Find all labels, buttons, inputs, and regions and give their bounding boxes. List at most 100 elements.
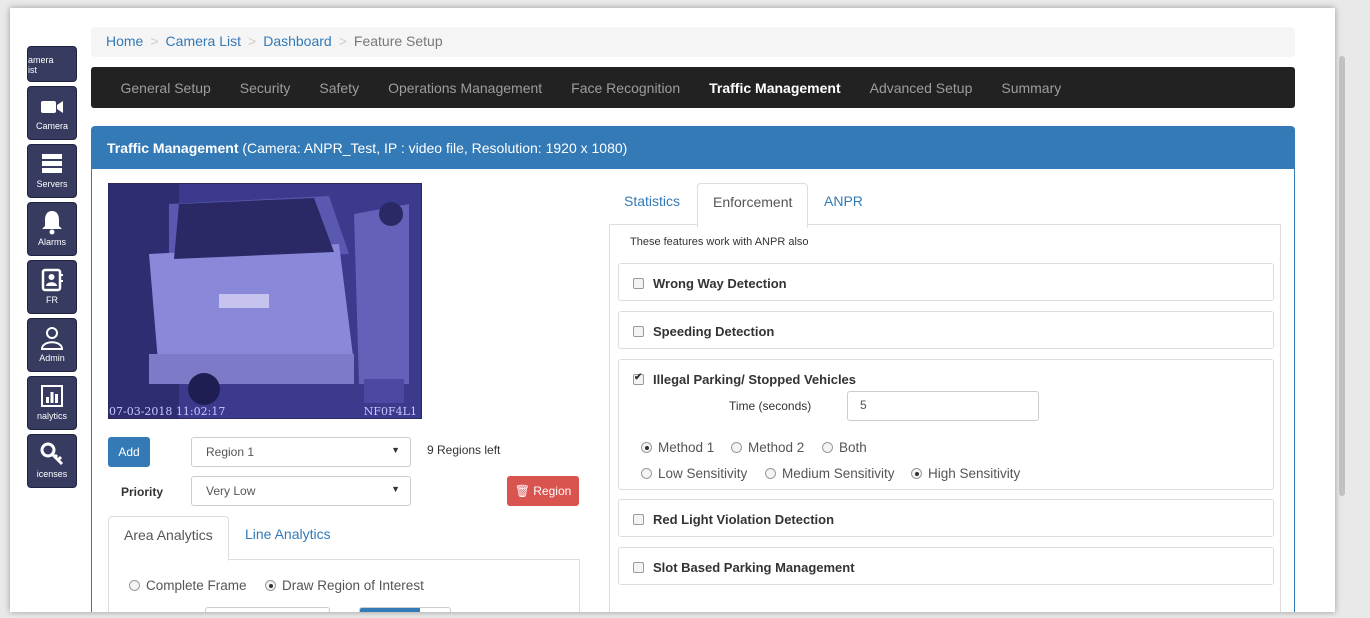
tab-area-analytics[interactable]: Area Analytics <box>108 516 229 561</box>
complete-frame-option[interactable]: Complete Frame <box>129 578 247 593</box>
sidebar-item-fr[interactable]: FR <box>27 260 77 314</box>
panel-title-bold: Traffic Management <box>107 140 239 156</box>
sidebar-item-camera[interactable]: Camera <box>27 86 77 140</box>
sidebar-item-analytics[interactable]: nalytics <box>27 376 77 430</box>
speeding-checkbox[interactable] <box>633 326 644 337</box>
both-option[interactable]: Both <box>822 440 867 455</box>
sidebar-item-label: Servers <box>36 179 68 189</box>
tab-enforcement[interactable]: Enforcement <box>697 183 809 228</box>
chevron-down-icon: ▼ <box>391 484 400 494</box>
sidebar-item-alarms[interactable]: Alarms <box>27 202 77 256</box>
enforcement-content: These features work with ANPR also Wrong… <box>609 224 1281 612</box>
nav-advanced-setup[interactable]: Advanced Setup <box>855 80 987 96</box>
sidebar-item-label: Admin <box>39 353 65 363</box>
video-timestamp: 07-03-2018 11:02:17 <box>109 405 226 418</box>
breadcrumb-separator: > <box>338 33 347 49</box>
breadcrumb-home[interactable]: Home <box>106 33 143 49</box>
slot-parking-checkbox[interactable] <box>633 562 644 573</box>
nav-general-setup[interactable]: General Setup <box>106 80 225 96</box>
draw-roi-label: Draw Region of Interest <box>282 578 424 593</box>
method-2-radio[interactable] <box>731 442 742 453</box>
red-light-option[interactable]: Red Light Violation Detection <box>633 512 834 527</box>
sidebar-item-label: Alarms <box>37 237 66 247</box>
camera-video-frame[interactable]: 07-03-2018 11:02:17 NF0F4L1 <box>108 183 422 419</box>
draw-roi-option[interactable]: Draw Region of Interest <box>265 578 424 593</box>
tab-anpr[interactable]: ANPR <box>809 183 878 219</box>
area-analytics-content: Complete Frame Draw Region of Interest <box>108 559 580 612</box>
roi-toggle[interactable] <box>359 607 451 612</box>
delete-region-label: Region <box>533 484 572 498</box>
medium-sensitivity-option[interactable]: Medium Sensitivity <box>765 466 895 481</box>
time-seconds-label: Time (seconds) <box>729 399 812 413</box>
regions-left-text: 9 Regions left <box>427 443 501 457</box>
chevron-down-icon: ▼ <box>391 445 400 455</box>
complete-frame-radio[interactable] <box>129 580 140 591</box>
browser-page: amera ist Camera Servers Alarms FR Admin… <box>10 8 1335 612</box>
draw-roi-radio[interactable] <box>265 580 276 591</box>
region-select[interactable]: Region 1 ▼ <box>191 437 411 467</box>
sidebar-item-licenses[interactable]: icenses <box>27 434 77 488</box>
add-region-button[interactable]: Add <box>108 437 150 467</box>
illegal-parking-option[interactable]: Illegal Parking/ Stopped Vehicles <box>633 372 856 387</box>
illegal-parking-checkbox[interactable] <box>633 372 644 385</box>
tab-line-analytics[interactable]: Line Analytics <box>230 516 346 552</box>
nav-operations-management[interactable]: Operations Management <box>374 80 557 96</box>
sidebar-item-camera-list[interactable]: amera ist <box>27 46 77 82</box>
sidebar-item-label: amera ist <box>28 55 54 75</box>
slot-parking-option[interactable]: Slot Based Parking Management <box>633 560 855 575</box>
scrollbar-thumb[interactable] <box>1339 56 1345 496</box>
both-radio[interactable] <box>822 442 833 453</box>
nav-security[interactable]: Security <box>225 80 305 96</box>
bell-icon <box>42 211 62 235</box>
anpr-note: These features work with ANPR also <box>630 236 809 248</box>
low-sensitivity-radio[interactable] <box>641 468 652 479</box>
traffic-management-panel: Traffic Management (Camera: ANPR_Test, I… <box>91 126 1295 612</box>
wrong-way-checkbox[interactable] <box>633 278 644 289</box>
low-sensitivity-option[interactable]: Low Sensitivity <box>641 466 747 481</box>
page-scrollbar[interactable] <box>1337 26 1347 606</box>
nav-face-recognition[interactable]: Face Recognition <box>557 80 695 96</box>
tab-statistics[interactable]: Statistics <box>609 183 695 219</box>
red-light-label: Red Light Violation Detection <box>653 512 835 527</box>
medium-sensitivity-label: Medium Sensitivity <box>782 466 895 481</box>
nav-safety[interactable]: Safety <box>305 80 374 96</box>
method-2-label: Method 2 <box>748 440 805 455</box>
speeding-option[interactable]: Speeding Detection <box>633 324 774 339</box>
user-icon <box>40 327 64 350</box>
sidebar-item-admin[interactable]: Admin <box>27 318 77 372</box>
feature-illegal-parking: Illegal Parking/ Stopped Vehicles Time (… <box>618 359 1274 490</box>
sidebar-item-servers[interactable]: Servers <box>27 144 77 198</box>
region-select-value: Region 1 <box>206 445 255 459</box>
speeding-label: Speeding Detection <box>653 324 775 339</box>
wrong-way-option[interactable]: Wrong Way Detection <box>633 276 787 291</box>
high-sensitivity-option[interactable]: High Sensitivity <box>911 466 1020 481</box>
high-sensitivity-radio[interactable] <box>911 468 922 479</box>
sidebar-item-label: icenses <box>36 469 68 479</box>
red-light-checkbox[interactable] <box>633 514 644 525</box>
breadcrumb: Home > Camera List > Dashboard > Feature Setup <box>91 27 1295 57</box>
server-icon <box>42 154 62 173</box>
method-1-option[interactable]: Method 1 <box>641 440 714 455</box>
breadcrumb-camera-list[interactable]: Camera List <box>166 33 241 49</box>
priority-label: Priority <box>121 485 164 499</box>
complete-frame-label: Complete Frame <box>146 578 247 593</box>
breadcrumb-dashboard[interactable]: Dashboard <box>263 33 332 49</box>
video-camera-icon <box>41 101 63 113</box>
method-1-label: Method 1 <box>658 440 715 455</box>
priority-select-value: Very Low <box>206 484 256 498</box>
delete-region-button[interactable]: 🗑 Region <box>507 476 579 506</box>
top-nav: General Setup Security Safety Operations… <box>91 67 1295 108</box>
wrong-way-label: Wrong Way Detection <box>653 276 787 291</box>
method-1-radio[interactable] <box>641 442 652 453</box>
nav-summary[interactable]: Summary <box>987 80 1076 96</box>
high-sensitivity-label: High Sensitivity <box>928 466 1021 481</box>
medium-sensitivity-radio[interactable] <box>765 468 776 479</box>
bar-chart-icon <box>41 385 63 407</box>
analytics-tabs: Area Analytics Line Analytics <box>108 516 580 561</box>
priority-select[interactable]: Very Low ▼ <box>191 476 411 506</box>
time-seconds-input[interactable]: 5 <box>847 391 1039 421</box>
roi-field[interactable] <box>205 607 330 612</box>
panel-title-details: (Camera: ANPR_Test, IP : video file, Res… <box>238 140 628 156</box>
method-2-option[interactable]: Method 2 <box>731 440 804 455</box>
nav-traffic-management[interactable]: Traffic Management <box>695 80 855 96</box>
